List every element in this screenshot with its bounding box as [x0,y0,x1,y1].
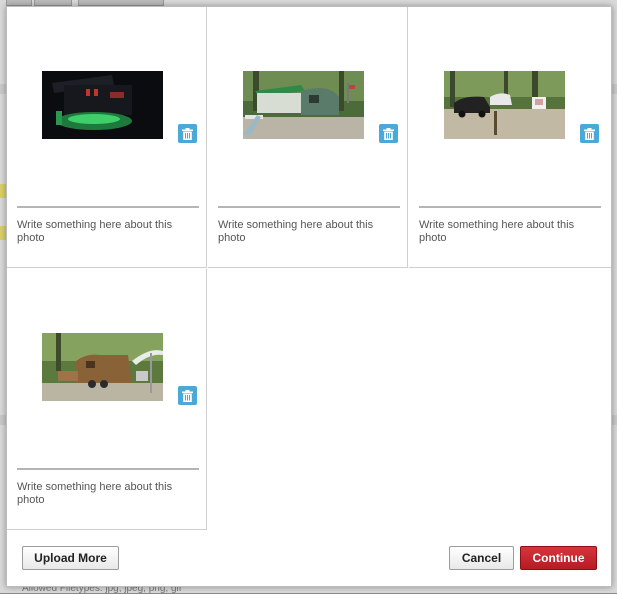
delete-photo-button[interactable] [580,124,599,143]
photo-upload-modal: Write something here about this photo Wr… [6,6,612,587]
photo-tile: Write something here about this photo [409,7,611,268]
cancel-button[interactable]: Cancel [449,546,514,570]
trash-icon [182,389,193,402]
wooden-trailer-canopy-photo [42,333,163,401]
continue-button[interactable]: Continue [520,546,597,570]
night-camper-green-lights-photo [42,71,163,139]
caption-divider [218,206,400,208]
photo-caption-field[interactable]: Write something here about this photo [17,481,187,509]
photo-tile: Write something here about this photo [7,7,207,268]
trash-icon [383,127,394,140]
caption-divider [17,468,199,470]
cars-forest-campsite-photo [444,71,565,139]
trash-icon [584,127,595,140]
photo-caption-field[interactable]: Write something here about this photo [17,219,187,247]
photo-tile: Write something here about this photo [208,7,408,268]
delete-photo-button[interactable] [178,386,197,405]
delete-photo-button[interactable] [379,124,398,143]
caption-divider [17,206,199,208]
upload-more-button[interactable]: Upload More [22,546,119,570]
photo-grid: Write something here about this photo Wr… [7,7,611,531]
delete-photo-button[interactable] [178,124,197,143]
green-teardrop-trailer-campsite-photo [243,71,364,139]
photo-tile: Write something here about this photo [7,269,207,530]
photo-caption-field[interactable]: Write something here about this photo [419,219,589,247]
trash-icon [182,127,193,140]
caption-divider [419,206,601,208]
photo-caption-field[interactable]: Write something here about this photo [218,219,388,247]
